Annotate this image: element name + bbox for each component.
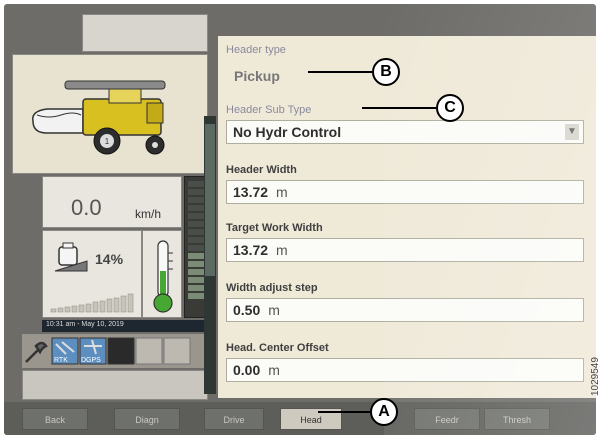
engine-load-bars — [50, 293, 134, 313]
figure-id: 1029549 — [590, 357, 601, 396]
gps-icon: DGPS — [79, 337, 107, 365]
target-work-width-field[interactable]: 13.72 m — [226, 238, 584, 262]
engine-load-value: 14% — [95, 251, 124, 267]
callout-a: A — [370, 398, 398, 426]
header-sub-type-select[interactable]: No Hydr Control ▼ — [226, 120, 584, 144]
tab-diagn[interactable]: Diagn — [114, 408, 180, 430]
combine-header-icon: 1 — [32, 80, 166, 155]
callout-a-line — [318, 411, 370, 413]
scrollbar[interactable] — [204, 116, 216, 394]
satellite-icon: RTK — [51, 337, 79, 365]
header-width-label: Header Width — [226, 164, 297, 176]
width-adjust-step-value: 0.50 — [233, 302, 261, 318]
tab-bar: Back Diagn Drive Head Feedr Thresh — [4, 402, 596, 435]
chevron-down-icon[interactable]: ▼ — [565, 124, 579, 140]
status-panel: 1 P 0.0 km/h 14% — [12, 14, 208, 400]
lower-left-tile — [22, 370, 208, 400]
callout-b: B — [372, 58, 400, 86]
machine-tile[interactable]: 1 P — [12, 54, 208, 195]
header-sub-type-value: No Hydr Control — [233, 124, 342, 140]
engine-load-icon — [54, 242, 88, 272]
target-work-width-unit: m — [276, 242, 288, 258]
head-center-offset-label: Head. Center Offset — [226, 342, 329, 354]
clock-bar: 10:31 am - May 10, 2019 — [42, 320, 208, 332]
header-sub-type-label: Header Sub Type — [226, 104, 312, 116]
header-width-unit: m — [276, 184, 288, 200]
target-work-width-value: 13.72 — [233, 242, 269, 258]
header-number-label: 1 — [105, 137, 110, 146]
callout-c-line — [362, 107, 436, 109]
display-screen: 1 P 0.0 km/h 14% — [4, 4, 596, 435]
tab-drive[interactable]: Drive — [204, 408, 264, 430]
header-width-field[interactable]: 13.72 m — [226, 180, 584, 204]
head-center-offset-field[interactable]: 0.00 m — [226, 358, 584, 382]
tab-feedr[interactable]: Feedr — [414, 408, 480, 430]
dgps-label: DGPS — [81, 357, 101, 364]
rtk-label: RTK — [54, 357, 68, 364]
callout-b-line — [308, 71, 372, 73]
status-icons: RTK DGPS — [22, 334, 208, 368]
coolant-temp-tile — [142, 230, 182, 318]
width-adjust-step-unit: m — [268, 302, 280, 318]
speed-unit: km/h — [135, 207, 162, 221]
callout-c: C — [436, 94, 464, 122]
head-center-offset-value: 0.00 — [233, 362, 261, 378]
scrollbar-thumb[interactable] — [205, 124, 215, 276]
header-type-value: Pickup — [234, 68, 280, 84]
head-center-offset-unit: m — [268, 362, 280, 378]
engine-load-tile: 14% — [42, 230, 142, 318]
top-tile — [82, 14, 208, 52]
target-work-width-label: Target Work Width — [226, 222, 323, 234]
status-icons-row: RTK DGPS — [22, 334, 208, 368]
header-settings-panel: Header type Pickup Header Sub Type No Hy… — [218, 36, 596, 398]
empty-slot-icon — [107, 337, 135, 365]
thermometer-icon — [153, 240, 173, 313]
speed-tile: 0.0 km/h — [42, 176, 182, 228]
header-type-label: Header type — [226, 44, 286, 56]
clock-text: 10:31 am - May 10, 2019 — [46, 321, 124, 328]
tab-thresh[interactable]: Thresh — [484, 408, 550, 430]
speed-value: 0.0 — [71, 195, 102, 220]
width-adjust-step-label: Width adjust step — [226, 282, 318, 294]
header-width-value: 13.72 — [233, 184, 269, 200]
tab-back[interactable]: Back — [22, 408, 88, 430]
width-adjust-step-field[interactable]: 0.50 m — [226, 298, 584, 322]
